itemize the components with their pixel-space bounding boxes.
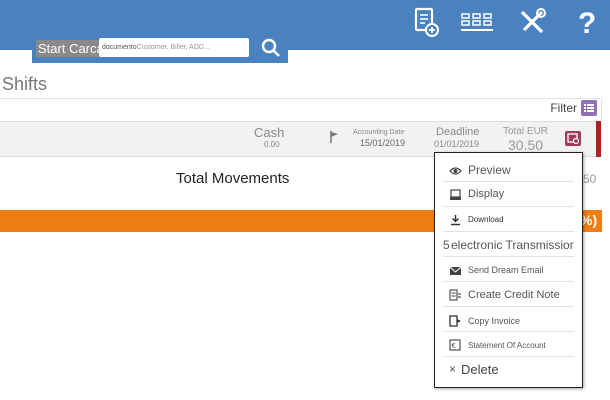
mail-icon bbox=[449, 266, 462, 275]
actions-menu: Preview Display Download 5 electronic Tr… bbox=[434, 152, 583, 388]
page-title: Shifts bbox=[2, 74, 48, 94]
menu-item-copy-invoice[interactable]: Copy Invoice bbox=[443, 309, 574, 332]
deadline-value: 01/01/2019 bbox=[434, 139, 480, 149]
menu-item-display[interactable]: Display bbox=[443, 184, 574, 207]
close-icon: × bbox=[449, 362, 457, 376]
filter-row: Filter bbox=[0, 99, 602, 120]
search-doc-type: documento bbox=[102, 44, 137, 51]
credit-note-icon bbox=[449, 289, 461, 301]
search-icon[interactable] bbox=[260, 37, 282, 59]
total-movements-value: 50 bbox=[583, 172, 597, 186]
help-icon[interactable]: ? bbox=[572, 6, 606, 38]
menu-item-label: Preview bbox=[468, 163, 511, 177]
tools-icon[interactable] bbox=[516, 6, 550, 38]
filter-list-icon[interactable] bbox=[581, 100, 597, 116]
total-value: 30.50 bbox=[508, 137, 544, 153]
cash-label: Cash bbox=[254, 125, 285, 140]
menu-item-send-email[interactable]: Send Dream Email bbox=[443, 259, 574, 282]
menu-item-preview[interactable]: Preview bbox=[443, 159, 574, 182]
menu-item-label: Create Credit Note bbox=[468, 289, 560, 301]
flag-icon bbox=[330, 131, 338, 143]
document-add-icon[interactable] bbox=[412, 6, 446, 38]
filter-label[interactable]: Filter bbox=[550, 101, 577, 115]
total-label: Total EUR bbox=[503, 126, 549, 137]
display-icon bbox=[450, 189, 461, 200]
cash-value: 0.00 bbox=[264, 140, 280, 149]
menu-item-download[interactable]: Download bbox=[443, 209, 574, 232]
eye-icon bbox=[449, 167, 462, 175]
svg-text:?: ? bbox=[578, 7, 596, 38]
svg-text:€: € bbox=[452, 343, 456, 350]
menu-item-label: electronic Transmission bbox=[451, 238, 574, 252]
menu-item-electronic-transmission[interactable]: 5 electronic Transmission bbox=[443, 234, 574, 257]
search-placeholder: Customer, Biller, ADD... bbox=[136, 44, 210, 51]
menu-item-label: Send Dream Email bbox=[468, 265, 544, 275]
menu-item-label: Statement Of Account bbox=[468, 341, 546, 350]
copy-icon bbox=[449, 315, 461, 327]
download-icon bbox=[451, 215, 460, 226]
menu-item-label: Delete bbox=[461, 362, 499, 377]
accounting-date-label: Accounting Date bbox=[353, 129, 405, 136]
menu-item-statement[interactable]: € Statement Of Account bbox=[443, 334, 574, 357]
menu-item-label: Display bbox=[468, 188, 505, 200]
start-search-label[interactable]: Start Carca bbox=[36, 40, 106, 57]
grid-icon[interactable] bbox=[460, 6, 494, 38]
menu-item-credit-note[interactable]: Create Credit Note bbox=[443, 284, 574, 307]
search-input[interactable]: documentoCustomer, Biller, ADD... bbox=[99, 38, 249, 57]
statement-icon: € bbox=[449, 339, 461, 351]
menu-item-delete[interactable]: × Delete bbox=[443, 359, 574, 382]
actions-menu-icon[interactable] bbox=[565, 131, 581, 146]
total-movements-label: Total Movements bbox=[176, 170, 290, 187]
menu-item-prefix: 5 bbox=[443, 238, 450, 252]
deadline-label: Deadline bbox=[436, 126, 480, 138]
accounting-date-value: 15/01/2019 bbox=[360, 138, 406, 148]
menu-item-label: Copy Invoice bbox=[468, 316, 521, 326]
menu-item-label: Download bbox=[468, 215, 504, 224]
status-bar bbox=[596, 121, 601, 157]
